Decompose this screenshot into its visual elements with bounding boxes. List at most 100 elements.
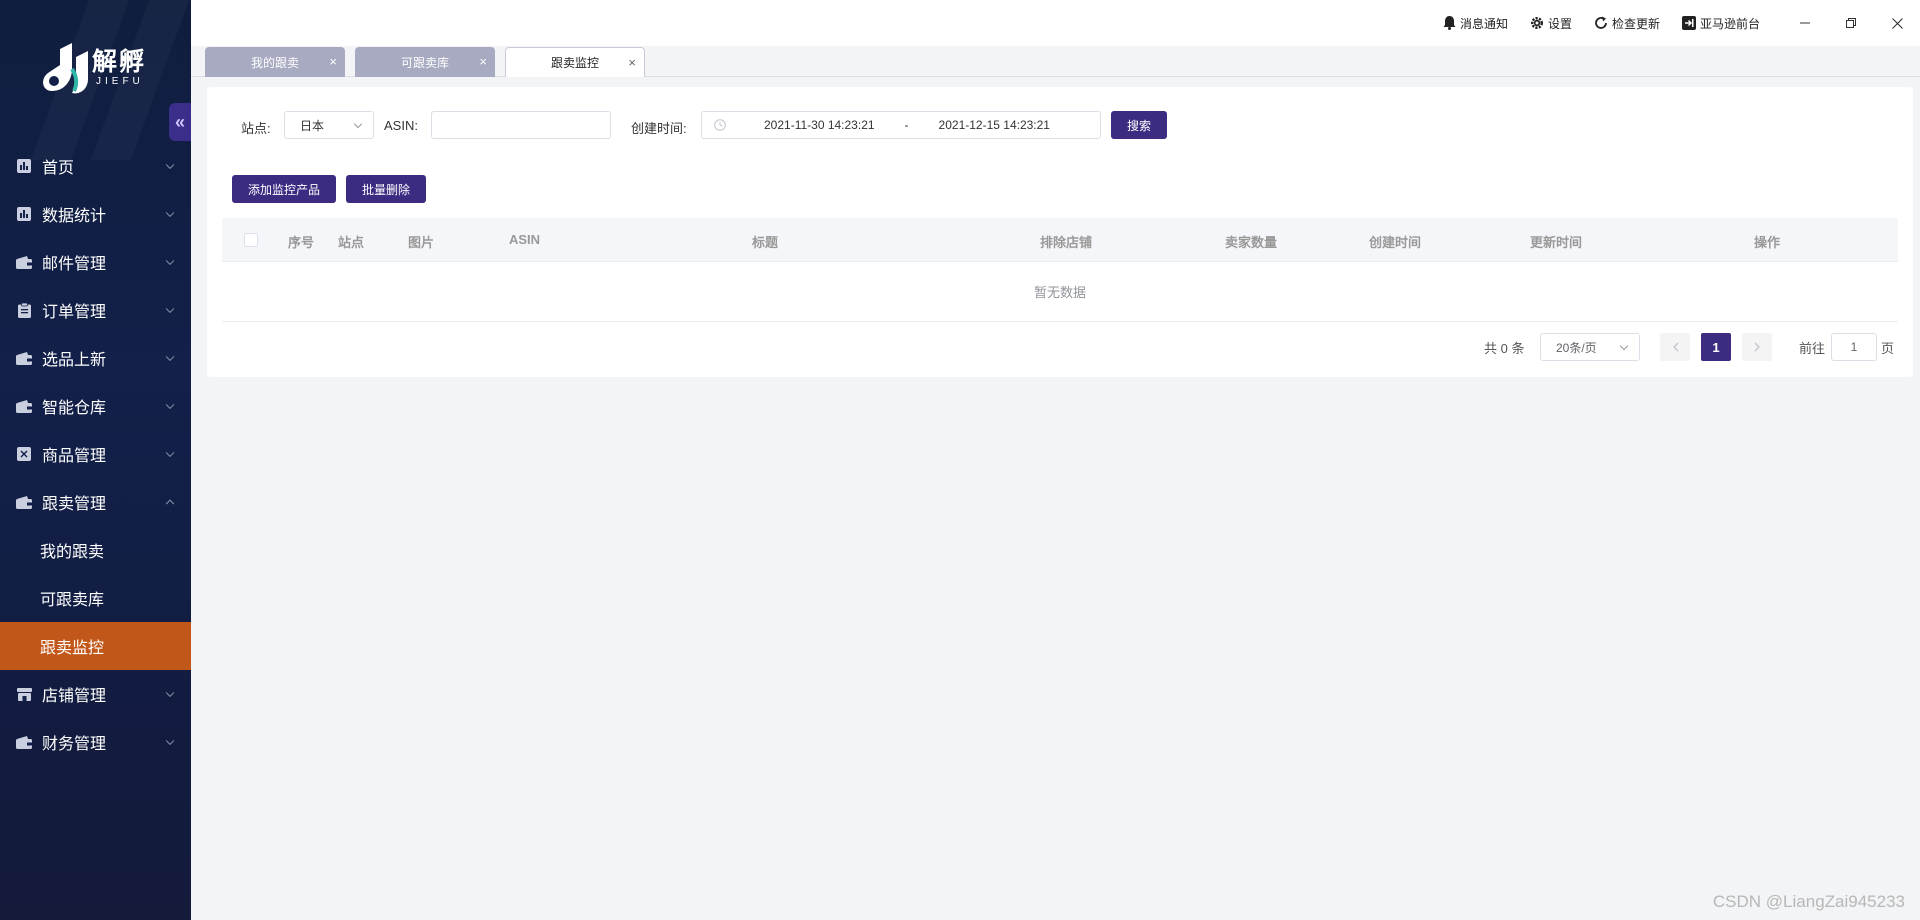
next-page-button[interactable]: [1742, 333, 1772, 361]
pagination: 共 0 条 20条/页 1 前往 页: [207, 333, 1913, 361]
sidebar-item-finance[interactable]: 财务管理: [0, 718, 191, 766]
sidebar-item-mail[interactable]: 邮件管理: [0, 238, 191, 286]
close-icon[interactable]: ×: [329, 54, 337, 69]
page-size-value: 20条/页: [1556, 340, 1597, 355]
wallet-icon: [16, 494, 32, 510]
table-empty-row: 暂无数据: [222, 262, 1898, 322]
empty-text: 暂无数据: [1033, 285, 1086, 300]
sidebar-item-label: 数据统计: [42, 208, 107, 225]
sidebar-item-orders[interactable]: 订单管理: [0, 286, 191, 334]
search-button[interactable]: 搜索: [1111, 111, 1167, 139]
close-window-button[interactable]: [1874, 0, 1920, 46]
sidebar-subitem-my-follow-sell[interactable]: 我的跟卖: [0, 526, 191, 574]
logo-title: 解孵: [92, 48, 147, 76]
date-range-picker[interactable]: 2021-11-30 14:23:21 - 2021-12-15 14:23:2…: [701, 111, 1101, 139]
sidebar-subitem-follow-sell-monitor[interactable]: 跟卖监控: [0, 622, 191, 670]
bar-chart-icon: [16, 206, 32, 222]
sidebar-item-store[interactable]: 店铺管理: [0, 670, 191, 718]
sidebar-item-label: 选品上新: [42, 352, 107, 369]
sidebar-item-label: 首页: [42, 160, 75, 177]
gear-icon: [1530, 16, 1543, 30]
goto-page-input[interactable]: [1831, 333, 1877, 361]
prev-page-button[interactable]: [1660, 333, 1690, 361]
chevron-up-icon: [165, 499, 175, 509]
site-label: 站点:: [241, 121, 271, 136]
add-monitor-product-button[interactable]: 添加监控产品: [232, 175, 336, 203]
goto-label: 前往: [1799, 340, 1826, 356]
amazon-front-button[interactable]: 亚马逊前台: [1681, 15, 1760, 32]
sidebar-item-statistics[interactable]: 数据统计: [0, 190, 191, 238]
logo-subtitle: JIEFU: [96, 76, 144, 87]
wallet-icon: [16, 350, 32, 366]
tab-label: 我的跟卖: [250, 55, 299, 70]
sidebar-item-follow-sell[interactable]: 跟卖管理: [0, 478, 191, 526]
tab-my-follow-sell[interactable]: 我的跟卖 ×: [205, 47, 345, 77]
chevron-down-icon: [165, 688, 175, 698]
sidebar-item-label: 邮件管理: [42, 256, 107, 273]
sidebar-item-label: 智能仓库: [42, 400, 107, 417]
date-separator: -: [904, 118, 909, 132]
settings-label: 设置: [1547, 16, 1572, 31]
check-update-button[interactable]: 检查更新: [1594, 15, 1660, 32]
tab-follow-sell-library[interactable]: 可跟卖库 ×: [355, 47, 495, 77]
column-header: 站点: [338, 235, 365, 250]
page-number-current[interactable]: 1: [1701, 333, 1731, 361]
chevron-down-icon: [165, 448, 175, 458]
pagination-total: 共 0 条: [1484, 340, 1525, 356]
close-icon[interactable]: ×: [479, 54, 487, 69]
chevron-down-icon: [353, 119, 363, 129]
tab-label: 跟卖监控: [550, 56, 599, 70]
date-start[interactable]: 2021-11-30 14:23:21: [764, 118, 875, 132]
column-header: 图片: [408, 235, 435, 250]
chevron-down-icon: [165, 400, 175, 410]
select-all-checkbox[interactable]: [244, 233, 258, 247]
sidebar-subitem-label: 我的跟卖: [40, 544, 105, 561]
column-header: 操作: [1754, 235, 1781, 250]
top-actions: 消息通知 设置 检查更新 亚马逊前台: [1443, 0, 1920, 46]
column-header: 排除店铺: [1040, 235, 1093, 250]
notifications-button[interactable]: 消息通知: [1443, 15, 1508, 32]
minimize-icon: [1800, 22, 1810, 24]
batch-delete-button[interactable]: 批量删除: [346, 175, 426, 203]
sidebar-item-label: 商品管理: [42, 448, 107, 465]
settings-button[interactable]: 设置: [1530, 15, 1572, 32]
tab-follow-sell-monitor[interactable]: 跟卖监控 ×: [505, 47, 645, 77]
sidebar-item-warehouse[interactable]: 智能仓库: [0, 382, 191, 430]
chevron-down-icon: [165, 256, 175, 266]
monitor-table: 序号 站点 图片 ASIN 标题 排除店铺 卖家数量 创建时间 更新时间 操作 …: [222, 218, 1898, 322]
column-header: 标题: [752, 235, 779, 250]
logo-mark-icon: [43, 43, 88, 94]
close-icon[interactable]: ×: [628, 55, 636, 70]
amazon-front-label: 亚马逊前台: [1699, 16, 1760, 31]
sidebar-collapse-button[interactable]: «: [169, 103, 191, 141]
notifications-label: 消息通知: [1459, 16, 1508, 31]
chevron-down-icon: [1619, 341, 1629, 351]
column-header: 创建时间: [1369, 235, 1422, 250]
chevron-down-icon: [165, 736, 175, 746]
date-end[interactable]: 2021-12-15 14:23:21: [939, 118, 1050, 132]
sidebar-item-goods[interactable]: 商品管理: [0, 430, 191, 478]
tab-label: 可跟卖库: [400, 55, 449, 70]
sidebar-item-home[interactable]: 首页: [0, 142, 191, 190]
page-size-select[interactable]: 20条/页: [1540, 333, 1640, 361]
refresh-icon: [1595, 16, 1607, 29]
sidebar-item-product-selection[interactable]: 选品上新: [0, 334, 191, 382]
store-icon: [16, 686, 32, 702]
restore-icon: [1846, 18, 1856, 28]
restore-button[interactable]: [1828, 0, 1874, 46]
minimize-button[interactable]: [1782, 0, 1828, 46]
created-time-label: 创建时间:: [631, 121, 687, 136]
asin-input[interactable]: [431, 111, 611, 139]
close-icon: [1891, 17, 1903, 29]
chevron-down-icon: [165, 208, 175, 218]
sidebar-item-label: 财务管理: [42, 736, 107, 753]
column-header: 卖家数量: [1225, 235, 1278, 250]
sidebar-subitem-follow-sell-library[interactable]: 可跟卖库: [0, 574, 191, 622]
site-select[interactable]: 日本: [284, 111, 374, 139]
sidebar-subitem-label: 可跟卖库: [40, 592, 105, 609]
site-select-value: 日本: [300, 118, 325, 133]
watermark: CSDN @LiangZai945233: [1712, 892, 1905, 911]
check-update-label: 检查更新: [1611, 16, 1660, 31]
app-logo: 解孵 JIEFU: [38, 38, 148, 98]
column-header: 序号: [288, 235, 315, 250]
